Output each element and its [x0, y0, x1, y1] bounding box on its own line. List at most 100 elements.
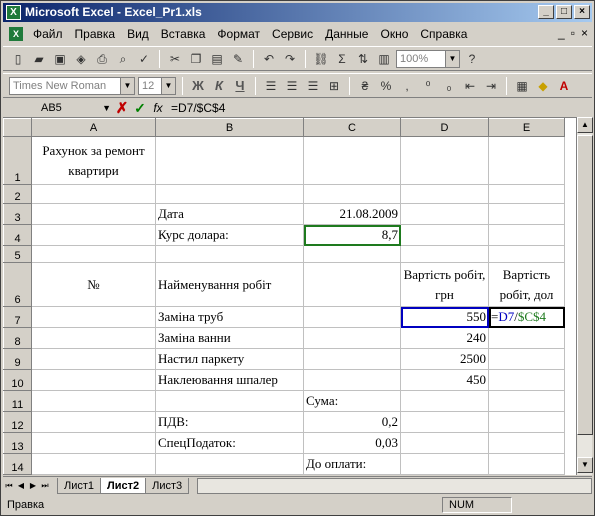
cell-d14[interactable] — [400, 453, 489, 475]
cell-b7[interactable]: Заміна труб — [155, 306, 304, 328]
cell-d5[interactable] — [400, 245, 489, 263]
workbook-icon[interactable]: X — [9, 27, 23, 41]
menu-edit[interactable]: Правка — [69, 25, 122, 43]
menu-help[interactable]: Справка — [414, 25, 473, 43]
cell-d3[interactable] — [400, 203, 489, 225]
menu-tools[interactable]: Сервис — [266, 25, 319, 43]
doc-restore-icon[interactable]: ▫ — [571, 26, 575, 40]
scroll-down-icon[interactable]: ▼ — [577, 457, 593, 473]
italic-icon[interactable]: К — [210, 77, 228, 95]
redo-icon[interactable]: ↷ — [281, 50, 299, 68]
scroll-thumb[interactable] — [577, 135, 593, 435]
cell-e11[interactable] — [488, 390, 565, 412]
close-button[interactable]: × — [574, 5, 590, 19]
cell-a1[interactable]: Рахунок за ремонт квартири — [31, 136, 156, 185]
merge-center-icon[interactable]: ⊞ — [325, 77, 343, 95]
autosum-icon[interactable]: Σ — [333, 50, 351, 68]
cell-b4[interactable]: Курс долара: — [155, 224, 304, 246]
cell-e13[interactable] — [488, 432, 565, 454]
cell-a3[interactable] — [31, 203, 156, 225]
menu-data[interactable]: Данные — [319, 25, 374, 43]
first-sheet-icon[interactable]: ⏮ — [3, 481, 15, 491]
doc-close-icon[interactable]: × — [581, 26, 588, 40]
cell-c1[interactable] — [303, 136, 401, 185]
cell-a9[interactable] — [31, 348, 156, 370]
cell-b6[interactable]: Найменування робіт — [155, 262, 304, 307]
cell-c5[interactable] — [303, 245, 401, 263]
cell-c12[interactable]: 0,2 — [303, 411, 401, 433]
cell-d4[interactable] — [400, 224, 489, 246]
col-header-d[interactable]: D — [400, 118, 489, 137]
sheet-tab-3[interactable]: Лист3 — [145, 477, 190, 494]
cell-b11[interactable] — [155, 390, 304, 412]
row-header-1[interactable]: 1 — [3, 136, 32, 185]
menu-view[interactable]: Вид — [121, 25, 155, 43]
cell-a7[interactable] — [31, 306, 156, 328]
cell-e8[interactable] — [488, 327, 565, 349]
cell-d6[interactable]: Вартість робіт, грн — [400, 262, 489, 307]
cell-d11[interactable] — [400, 390, 489, 412]
cell-b1[interactable] — [155, 136, 304, 185]
doc-minimize-icon[interactable]: _ — [558, 26, 565, 40]
vertical-scrollbar[interactable]: ▲ ▼ — [576, 117, 593, 475]
scroll-up-icon[interactable]: ▲ — [577, 117, 593, 133]
cell-b10[interactable]: Наклеювання шпалер — [155, 369, 304, 391]
font-size-select[interactable]: 12 ▼ — [138, 76, 176, 95]
save-icon[interactable]: ▣ — [51, 50, 69, 68]
bold-icon[interactable]: Ж — [189, 77, 207, 95]
decrease-indent-icon[interactable]: ⇤ — [461, 77, 479, 95]
zoom-select[interactable]: 100% ▼ — [396, 49, 460, 68]
cell-b9[interactable]: Настил паркету — [155, 348, 304, 370]
align-center-icon[interactable]: ☰ — [283, 77, 301, 95]
cell-d9[interactable]: 2500 — [400, 348, 489, 370]
cell-a6[interactable]: № — [31, 262, 156, 307]
col-header-a[interactable]: A — [31, 118, 156, 137]
cell-a4[interactable] — [31, 224, 156, 246]
cell-a14[interactable] — [31, 453, 156, 475]
sort-asc-icon[interactable]: ⇅ — [354, 50, 372, 68]
print-icon[interactable]: ⎙ — [93, 50, 111, 68]
maximize-button[interactable]: □ — [556, 5, 572, 19]
cell-d2[interactable] — [400, 184, 489, 204]
cell-e2[interactable] — [488, 184, 565, 204]
copy-icon[interactable]: ❐ — [187, 50, 205, 68]
percent-icon[interactable]: % — [377, 77, 395, 95]
cell-c3[interactable]: 21.08.2009 — [303, 203, 401, 225]
cell-e5[interactable] — [488, 245, 565, 263]
row-header-12[interactable]: 12 — [3, 411, 32, 433]
sheet-tab-1[interactable]: Лист1 — [57, 477, 102, 494]
font-name-select[interactable]: Times New Roman ▼ — [9, 76, 135, 95]
borders-icon[interactable]: ▦ — [513, 77, 531, 95]
new-icon[interactable]: ▯ — [9, 50, 27, 68]
row-header-7[interactable]: 7 — [3, 306, 32, 328]
col-header-b[interactable]: B — [155, 118, 304, 137]
name-box[interactable]: AB5 ▼ — [3, 100, 113, 116]
cell-b8[interactable]: Заміна ванни — [155, 327, 304, 349]
cell-e1[interactable] — [488, 136, 565, 185]
cell-c6[interactable] — [303, 262, 401, 307]
cell-e6[interactable]: Вартість робіт, дол — [488, 262, 565, 307]
sheet-tab-2[interactable]: Лист2 — [100, 477, 147, 494]
menu-window[interactable]: Окно — [374, 25, 414, 43]
cell-e12[interactable] — [488, 411, 565, 433]
cell-c7[interactable] — [303, 306, 401, 328]
row-header-9[interactable]: 9 — [3, 348, 32, 370]
cell-b3[interactable]: Дата — [155, 203, 304, 225]
print-preview-icon[interactable]: ⌕ — [114, 50, 132, 68]
cell-e7-editing[interactable]: =D7/$C$4 — [488, 306, 565, 328]
spelling-icon[interactable]: ✓ — [135, 50, 153, 68]
formula-input[interactable]: =D7/$C$4 — [167, 100, 592, 116]
cell-d1[interactable] — [400, 136, 489, 185]
align-left-icon[interactable]: ☰ — [262, 77, 280, 95]
row-header-3[interactable]: 3 — [3, 203, 32, 225]
increase-indent-icon[interactable]: ⇥ — [482, 77, 500, 95]
format-painter-icon[interactable]: ✎ — [229, 50, 247, 68]
cell-d8[interactable]: 240 — [400, 327, 489, 349]
hyperlink-icon[interactable]: ⛓ — [312, 50, 330, 68]
row-header-13[interactable]: 13 — [3, 432, 32, 454]
cell-d7[interactable]: 550 — [400, 306, 489, 328]
increase-decimal-icon[interactable]: ⁰ — [419, 77, 437, 95]
insert-function-icon[interactable]: fx — [149, 101, 167, 115]
currency-icon[interactable]: ₴ — [356, 77, 374, 95]
cell-a8[interactable] — [31, 327, 156, 349]
